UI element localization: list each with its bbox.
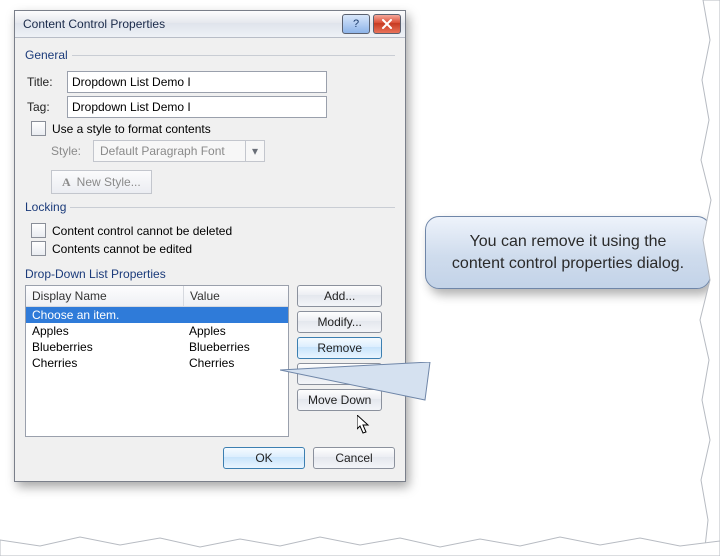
list-button-column: Add... Modify... Remove Move Up Move Dow… <box>297 285 382 437</box>
style-label: Style: <box>51 144 93 158</box>
cannot-edit-label: Contents cannot be edited <box>52 242 192 256</box>
cannot-edit-checkbox[interactable] <box>31 241 46 256</box>
dropdown-section-label: Drop-Down List Properties <box>25 267 395 281</box>
dropdown-listbox[interactable]: Display Name Value Choose an item.Apples… <box>25 285 289 437</box>
use-style-checkbox[interactable] <box>31 121 46 136</box>
list-item-value: Blueberries <box>183 339 288 355</box>
titlebar: Content Control Properties ? <box>15 11 405 38</box>
list-item[interactable]: ApplesApples <box>26 323 288 339</box>
move-down-button[interactable]: Move Down <box>297 389 382 411</box>
style-combo-text: Default Paragraph Font <box>94 144 245 158</box>
ok-button[interactable]: OK <box>223 447 305 469</box>
add-button[interactable]: Add... <box>297 285 382 307</box>
dialog-title: Content Control Properties <box>23 17 339 31</box>
col-value[interactable]: Value <box>184 286 288 306</box>
locking-legend: Locking <box>25 200 70 214</box>
list-item-name: Apples <box>26 323 183 339</box>
cannot-delete-label: Content control cannot be deleted <box>52 224 232 238</box>
listbox-header: Display Name Value <box>26 286 288 307</box>
list-item-name: Blueberries <box>26 339 183 355</box>
list-item-value: Apples <box>183 323 288 339</box>
list-item[interactable]: Choose an item. <box>26 307 288 323</box>
callout-text: You can remove it using the content cont… <box>452 233 684 272</box>
style-combo: Default Paragraph Font ▾ <box>93 140 265 162</box>
list-item-value: Cherries <box>183 355 288 371</box>
help-button[interactable]: ? <box>342 14 370 34</box>
cancel-button[interactable]: Cancel <box>313 447 395 469</box>
chevron-down-icon: ▾ <box>245 141 264 161</box>
general-legend: General <box>25 48 72 62</box>
torn-edge-bottom <box>0 534 720 556</box>
new-style-button: A New Style... <box>51 170 152 194</box>
title-input[interactable] <box>67 71 327 93</box>
dialog-window: Content Control Properties ? General Tit… <box>14 10 406 482</box>
title-label: Title: <box>27 75 67 89</box>
list-item[interactable]: CherriesCherries <box>26 355 288 371</box>
locking-group: Locking Content control cannot be delete… <box>25 200 395 261</box>
tag-input[interactable] <box>67 96 327 118</box>
list-item[interactable]: BlueberriesBlueberries <box>26 339 288 355</box>
list-item-value <box>183 307 288 323</box>
dialog-body: General Title: Tag: Use a style to forma… <box>15 38 405 481</box>
modify-button[interactable]: Modify... <box>297 311 382 333</box>
style-a-icon: A <box>62 175 71 190</box>
dialog-actions: OK Cancel <box>25 447 395 469</box>
list-item-name: Cherries <box>26 355 183 371</box>
callout-bubble: You can remove it using the content cont… <box>425 216 711 289</box>
move-up-button[interactable]: Move Up <box>297 363 382 385</box>
tag-label: Tag: <box>27 100 67 114</box>
cannot-delete-checkbox[interactable] <box>31 223 46 238</box>
list-item-name: Choose an item. <box>26 307 183 323</box>
help-icon: ? <box>353 18 359 30</box>
close-button[interactable] <box>373 14 401 34</box>
use-style-label: Use a style to format contents <box>52 122 211 136</box>
general-group: General Title: Tag: Use a style to forma… <box>25 48 395 196</box>
col-display-name[interactable]: Display Name <box>26 286 184 306</box>
new-style-label: New Style... <box>77 175 141 189</box>
close-icon <box>381 19 393 29</box>
remove-button[interactable]: Remove <box>297 337 382 359</box>
